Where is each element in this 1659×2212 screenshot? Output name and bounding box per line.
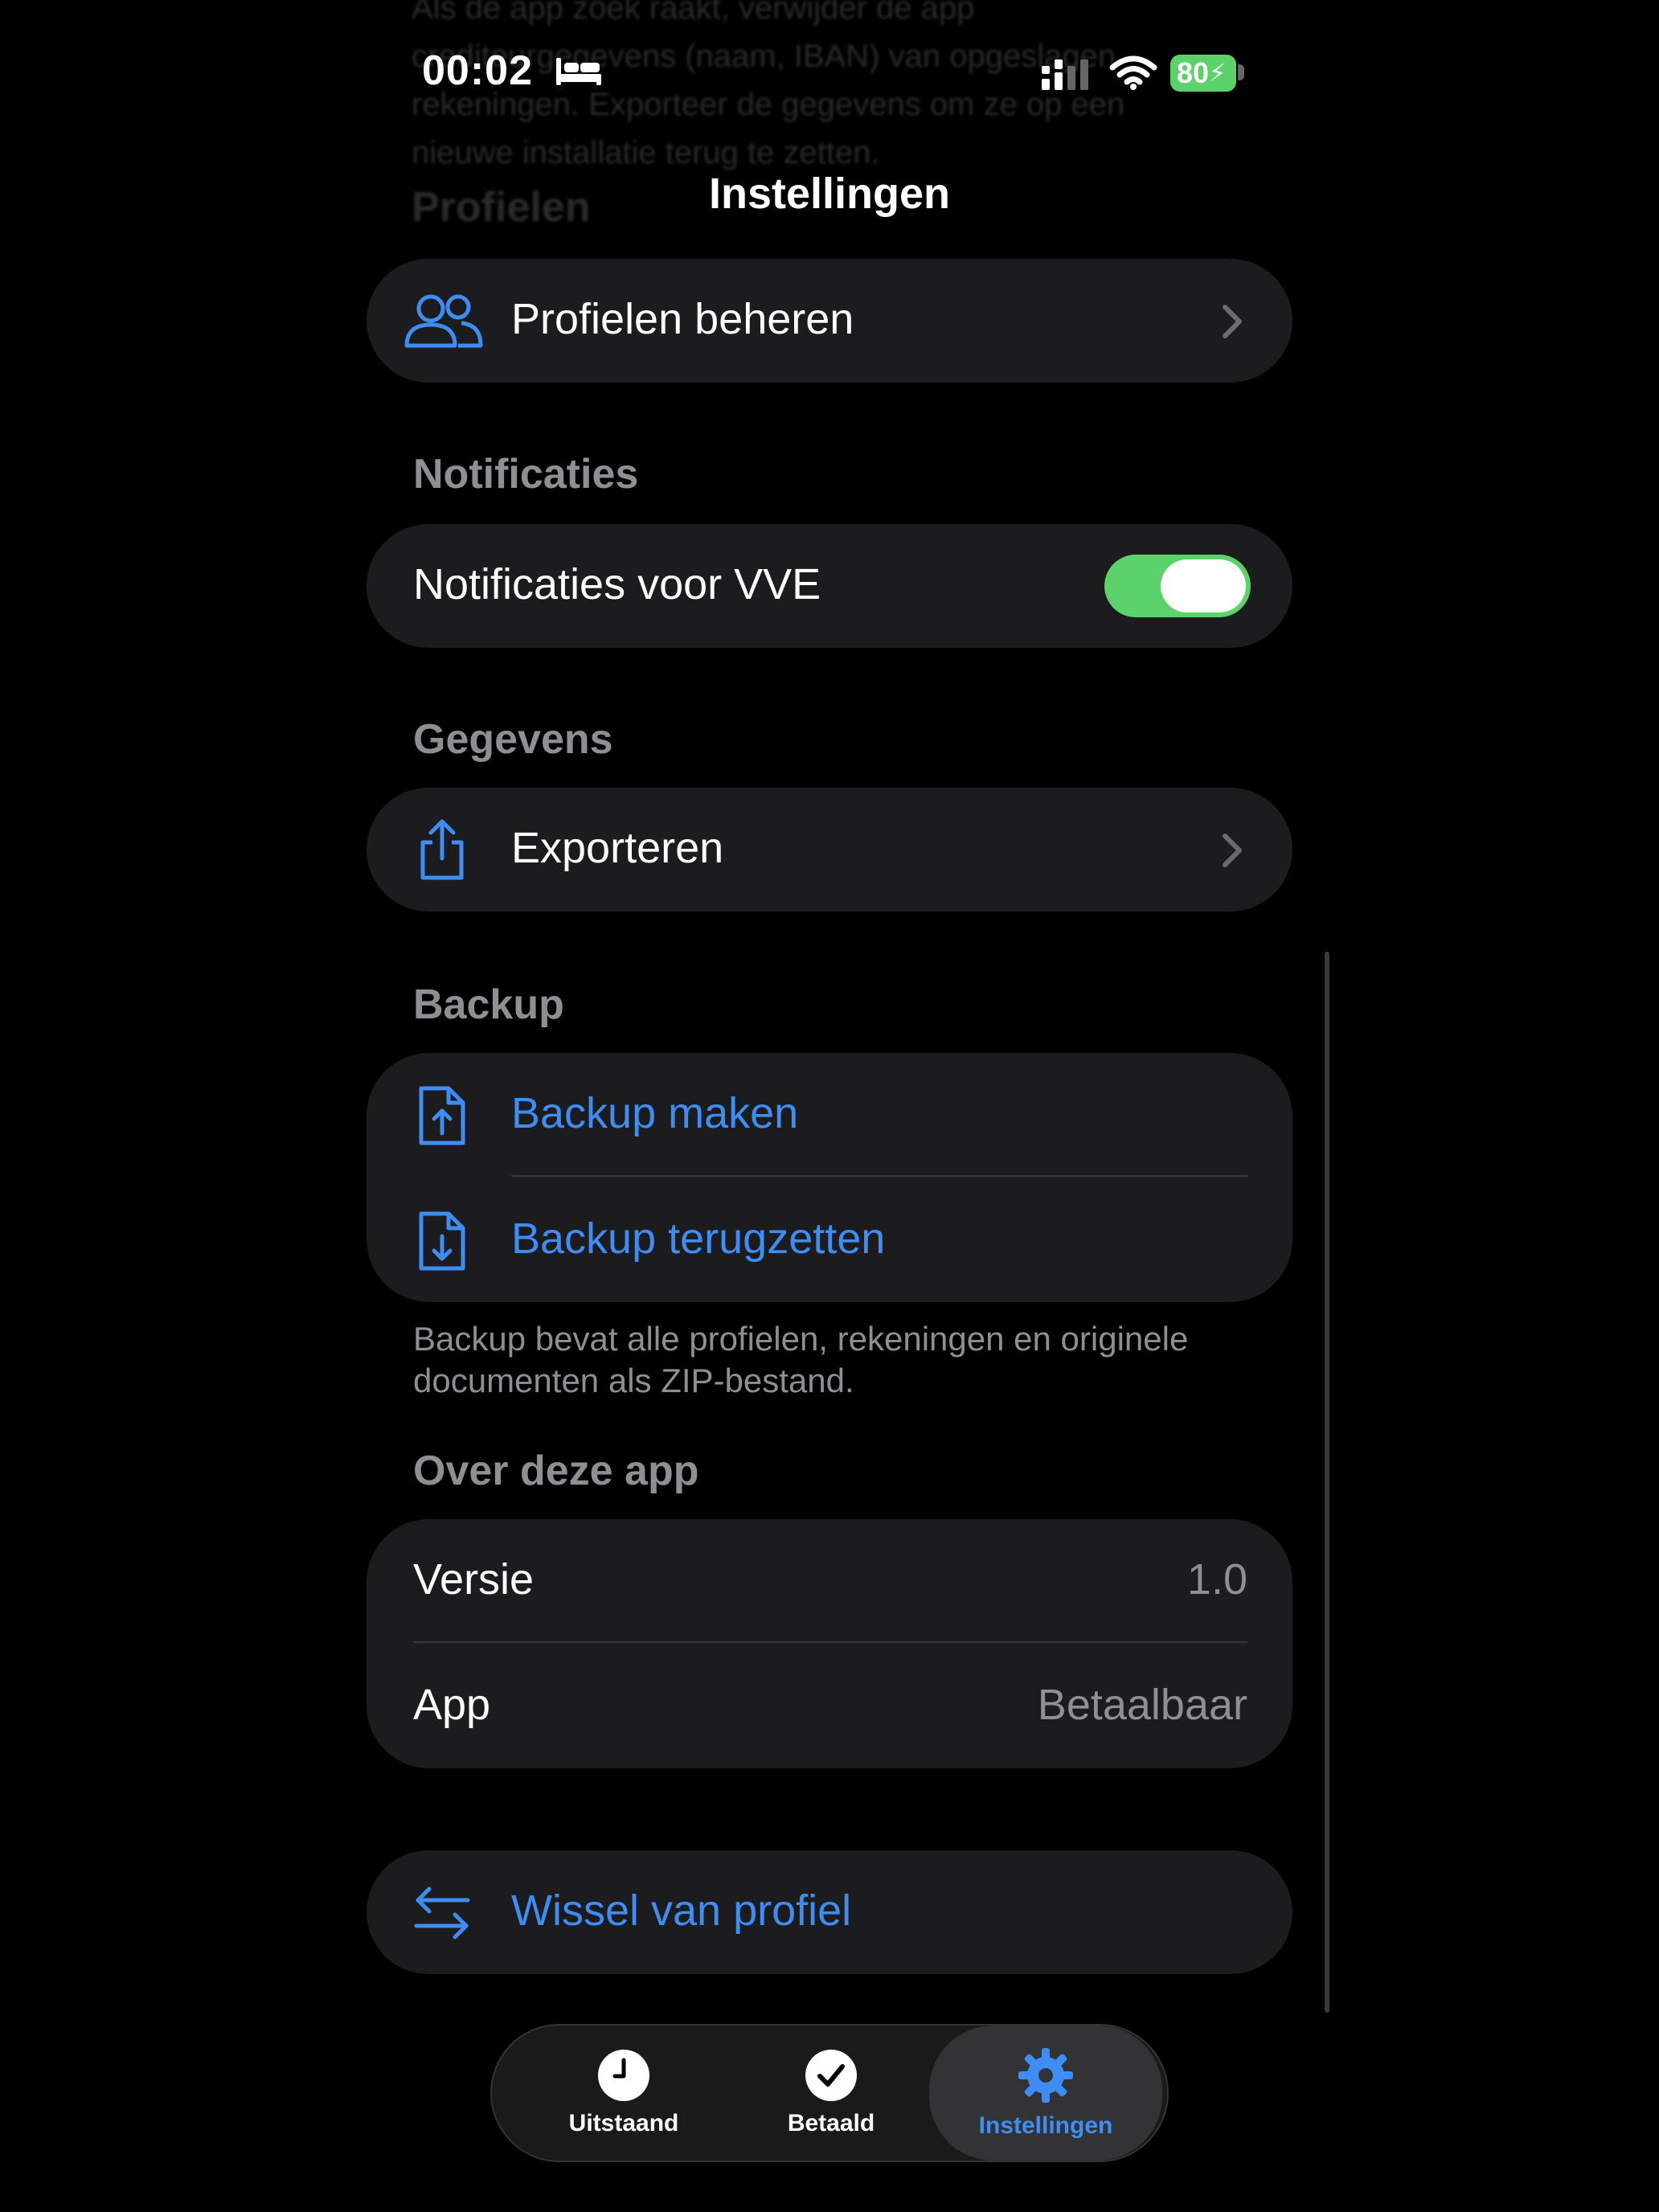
section-title-about: Over deze app [413, 1448, 699, 1494]
backup-card: Backup maken Backup terugzetten [367, 1053, 1292, 1302]
share-icon [420, 819, 464, 880]
row-divider [511, 1175, 1247, 1177]
notifications-row: Notificaties voor VVE [367, 524, 1292, 648]
tab-label: Betaald [787, 2110, 875, 2136]
backup-footnote: Backup bevat alle profielen, rekeningen … [413, 1320, 1189, 1399]
switch-profile-label: Wissel van profiel [511, 1886, 852, 1935]
document-upload-icon [419, 1086, 465, 1145]
document-download-icon [419, 1211, 465, 1271]
cellular-signal-icon [1042, 59, 1088, 90]
notifications-toggle-label: Notificaties voor VVE [413, 560, 821, 608]
row-divider [413, 1641, 1247, 1643]
tab-label: Instellingen [978, 2112, 1113, 2139]
tab-betaald[interactable]: Betaald [719, 2026, 944, 2161]
notifications-toggle[interactable] [1104, 555, 1251, 617]
backup-make-label: Backup maken [511, 1089, 799, 1137]
manage-profiles-label: Profielen beheren [511, 295, 854, 343]
clock-icon [598, 2050, 649, 2101]
section-title-notifications: Notificaties [413, 451, 639, 498]
backup-restore-label: Backup terugzetten [511, 1215, 886, 1263]
status-time: 00:02 [422, 47, 533, 94]
switch-profile-button[interactable]: Wissel van profiel [367, 1850, 1292, 1974]
section-title-data: Gegevens [413, 716, 613, 763]
scrollbar[interactable] [1325, 952, 1329, 2013]
manage-profiles-row[interactable]: Profielen beheren [367, 259, 1292, 383]
wifi-icon [1109, 55, 1157, 90]
background-text-line: Als de app zoek raakt, verwijder de app [412, 0, 975, 26]
app-label: App [413, 1681, 491, 1729]
toggle-knob [1161, 559, 1246, 612]
export-row[interactable]: Exporteren [367, 788, 1292, 911]
page-title: Instellingen [708, 170, 951, 218]
chevron-right-icon [1223, 834, 1242, 867]
tab-instellingen[interactable]: Instellingen [929, 2026, 1162, 2161]
tab-bar: Uitstaand Betaald Instellingen [490, 2024, 1169, 2162]
chevron-right-icon [1223, 305, 1242, 338]
people-icon [404, 294, 483, 348]
section-title-backup: Backup [413, 981, 564, 1028]
export-label: Exporteren [511, 824, 724, 872]
gear-icon [1018, 2048, 1073, 2103]
backup-make-row[interactable]: Backup maken [367, 1053, 1292, 1177]
battery-tip [1238, 64, 1244, 80]
battery-level: 80 [1177, 56, 1210, 89]
about-card: Versie 1.0 App Betaalbaar [367, 1519, 1292, 1768]
app-value: Betaalbaar [1037, 1681, 1247, 1729]
battery-indicator: 80 ⚡ [1170, 55, 1236, 92]
charging-bolt-icon: ⚡ [1209, 59, 1227, 87]
checkmark-circle-icon [805, 2050, 857, 2101]
backup-restore-row[interactable]: Backup terugzetten [367, 1178, 1292, 1302]
tab-label: Uitstaand [568, 2110, 679, 2136]
arrows-swap-icon [414, 1886, 470, 1940]
version-label: Versie [413, 1555, 535, 1604]
bed-icon [556, 58, 601, 85]
version-value: 1.0 [1186, 1555, 1247, 1604]
tab-uitstaand[interactable]: Uitstaand [511, 2026, 736, 2161]
